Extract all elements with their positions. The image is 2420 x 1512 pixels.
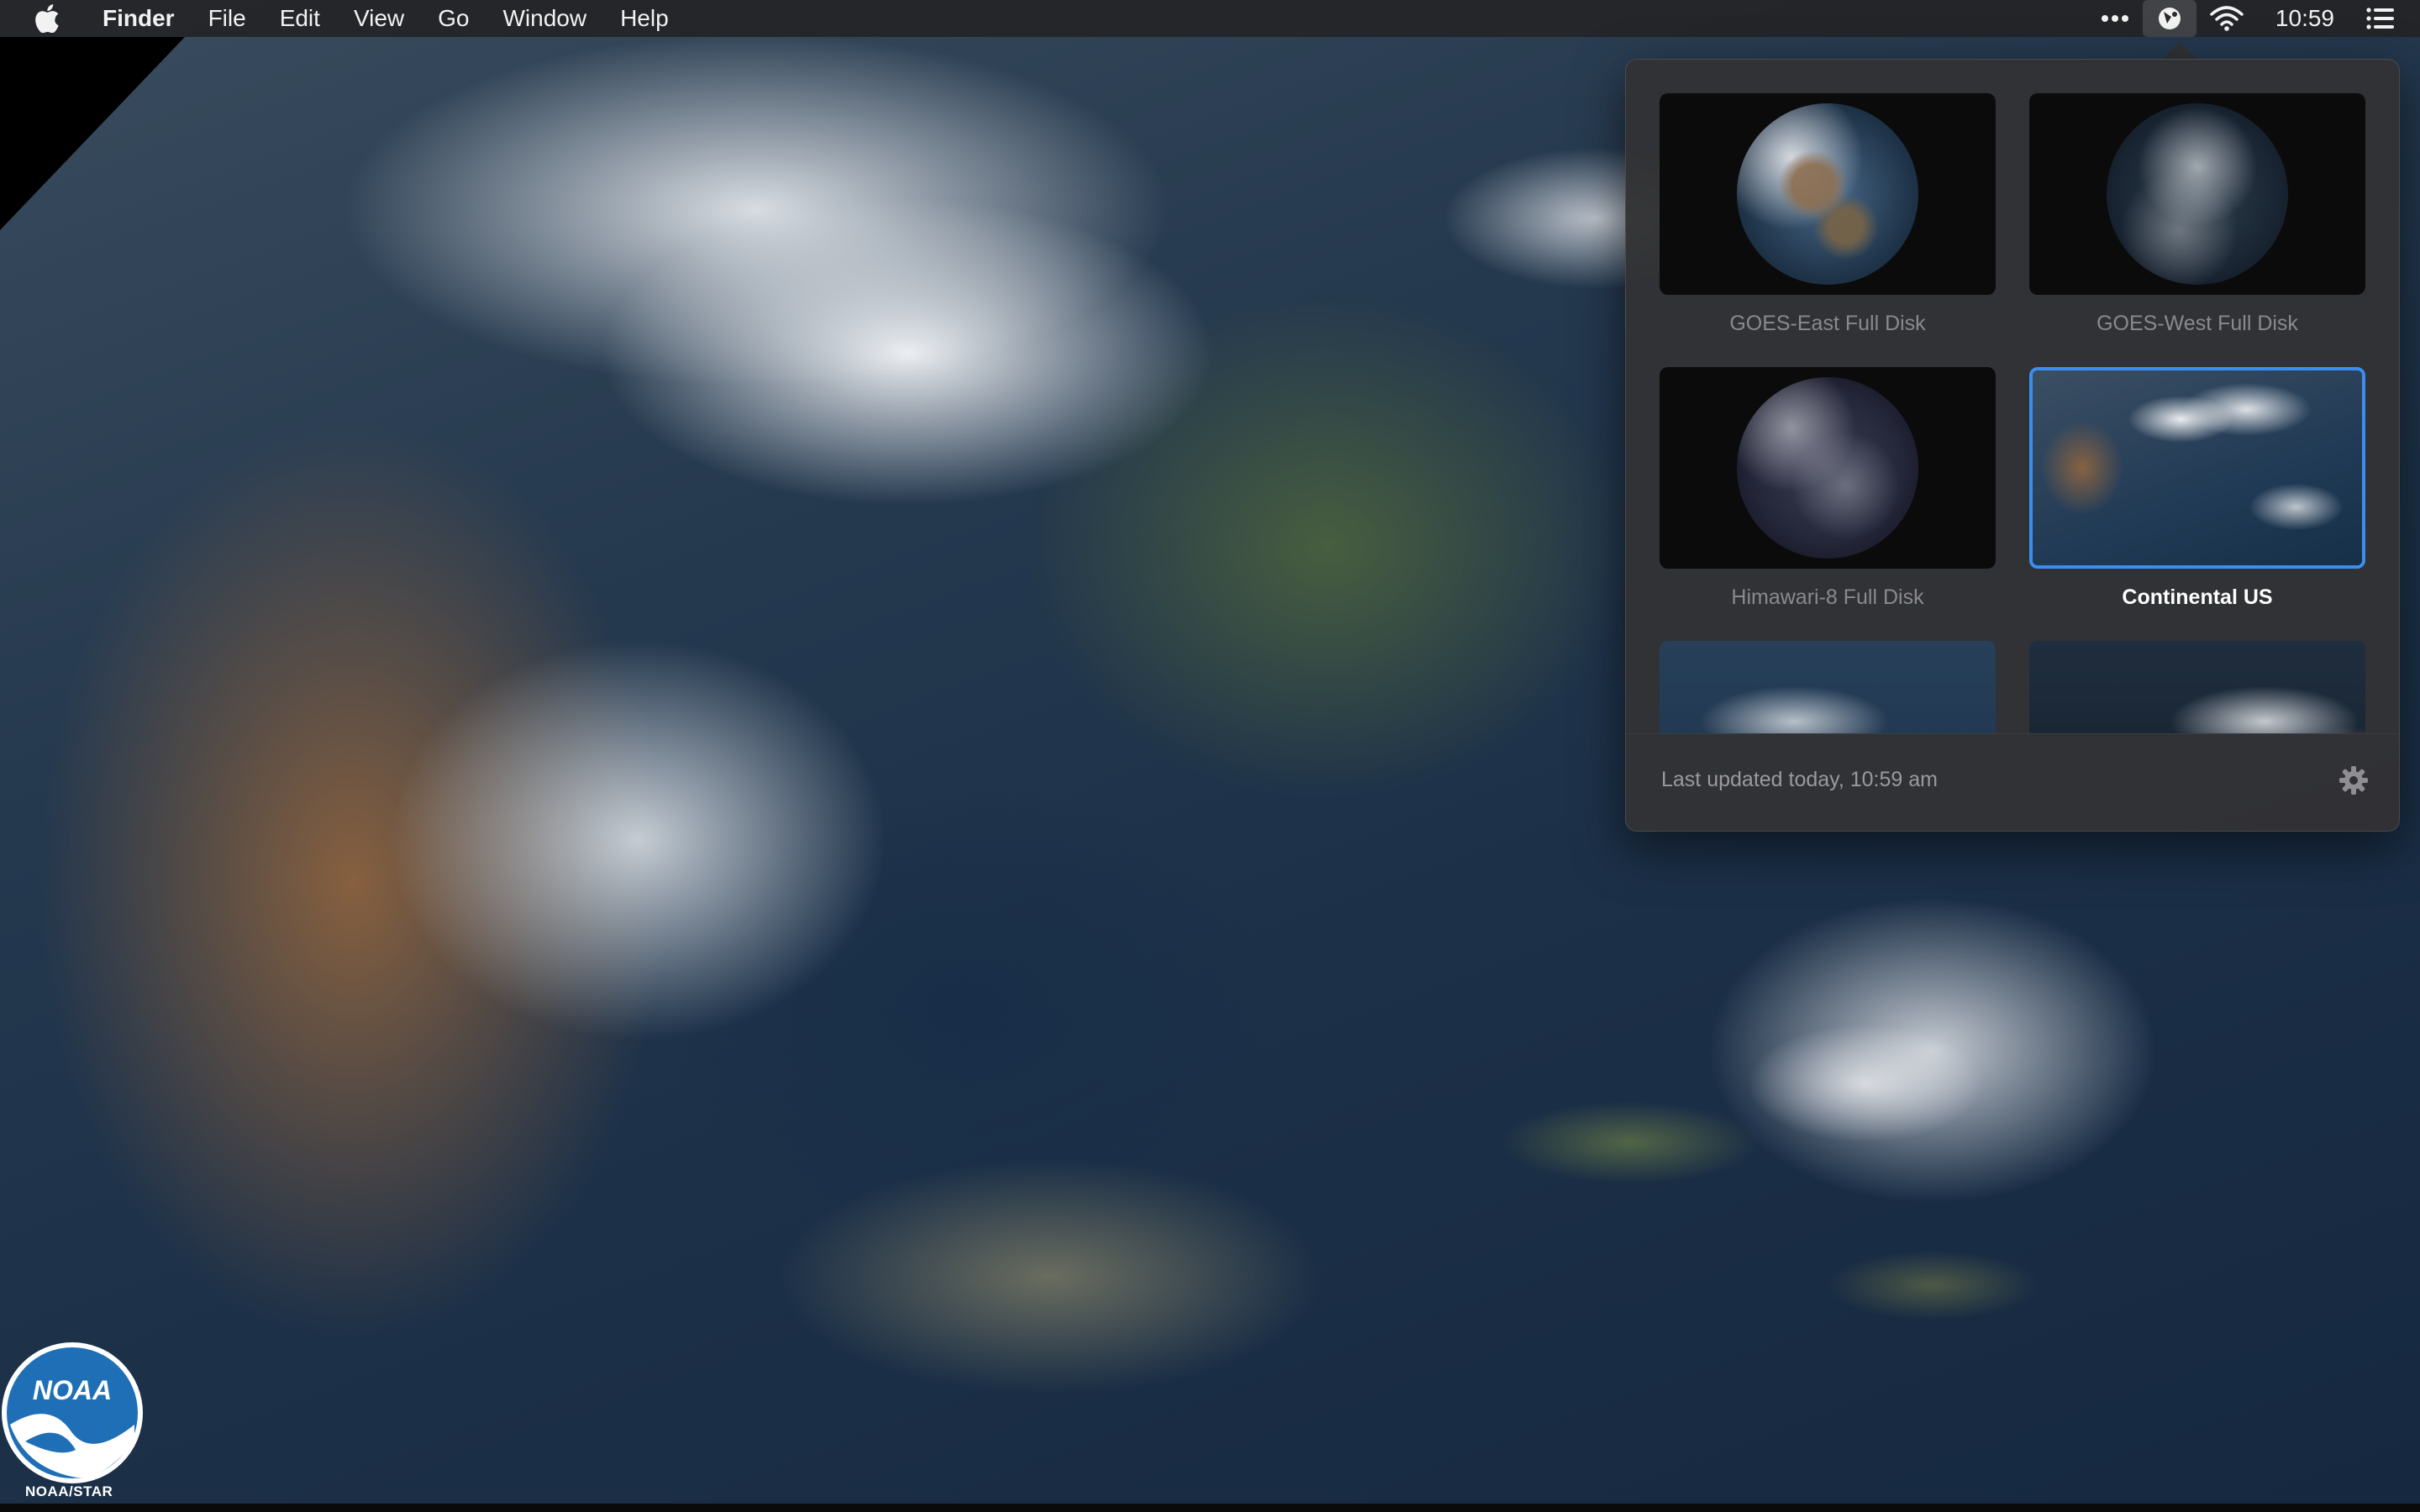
space-corner [0, 37, 185, 230]
noaa-logo-text: NOAA [33, 1375, 112, 1405]
menu-edit[interactable]: Edit [263, 0, 337, 37]
menu-go[interactable]: Go [421, 0, 486, 37]
thumb-goes-east[interactable] [1660, 93, 1996, 295]
satellite-image-popover: GOES-East Full Disk GOES-West Full Disk … [1625, 59, 2400, 832]
goes-west-disk-image [2107, 103, 2288, 285]
thumb-label-continental-us: Continental US [2122, 585, 2273, 609]
noaa-logo: NOAA [0, 1341, 145, 1485]
thumb-label-goes-east: GOES-East Full Disk [1729, 312, 1926, 335]
thumb-label-himawari-8: Himawari-8 Full Disk [1731, 585, 1924, 609]
menu-app-name[interactable]: Finder [86, 0, 192, 37]
settings-gear-icon[interactable] [2338, 765, 2369, 795]
satellite-app-icon[interactable] [2142, 0, 2196, 37]
noaa-star-caption: NOAA/STAR [25, 1483, 113, 1499]
menu-view[interactable]: View [337, 0, 421, 37]
thumb-himawari-8[interactable] [1660, 367, 1996, 569]
goes-east-disk-image [1737, 103, 1918, 285]
more-icon[interactable] [2087, 0, 2143, 37]
continental-us-image [2033, 370, 2362, 565]
thumb-goes-west[interactable] [2029, 93, 2365, 295]
himawari-disk-image [1737, 377, 1918, 559]
wifi-icon[interactable] [2196, 0, 2257, 37]
bottom-strip [0, 1504, 2420, 1512]
thumb-label-goes-west: GOES-West Full Disk [2096, 312, 2298, 335]
menu-bar: Finder File Edit View Go Window Help 10:… [0, 0, 2420, 37]
menu-file[interactable]: File [192, 0, 263, 37]
menu-help[interactable]: Help [603, 0, 686, 37]
apple-menu-icon[interactable] [30, 2, 64, 35]
popover-arrow [2161, 42, 2198, 60]
thumb-partial-right[interactable] [2029, 641, 2365, 733]
notification-center-icon[interactable] [2353, 0, 2420, 37]
thumbnail-grid[interactable]: GOES-East Full Disk GOES-West Full Disk … [1626, 60, 2399, 733]
last-updated-text: Last updated today, 10:59 am [1661, 768, 1938, 791]
thumb-continental-us[interactable] [2029, 367, 2365, 569]
menu-window[interactable]: Window [486, 0, 603, 37]
footer-divider [1626, 733, 2399, 734]
menu-bar-clock[interactable]: 10:59 [2257, 0, 2353, 37]
thumb-partial-left[interactable] [1660, 641, 1996, 733]
